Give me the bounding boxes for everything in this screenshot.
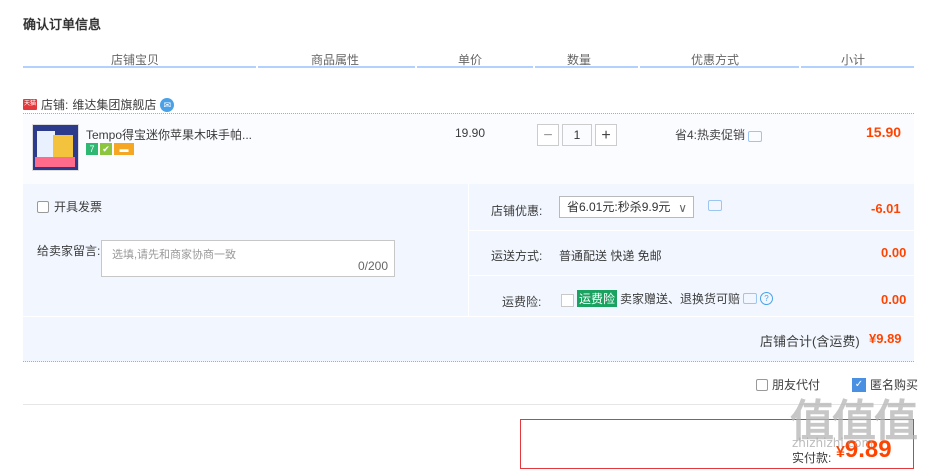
- comment-icon[interactable]: [748, 131, 763, 142]
- credit-card-icon: ▬: [114, 143, 134, 155]
- product-thumbnail[interactable]: [32, 124, 79, 171]
- message-placeholder: 选填,请先和商家协商一致: [112, 249, 237, 261]
- chevron-down-icon: ∨: [678, 201, 687, 215]
- insurance-tag: 运费险: [577, 290, 618, 307]
- quantity-plus-button[interactable]: +: [595, 124, 617, 146]
- quantity-minus-button[interactable]: −: [537, 124, 559, 146]
- insurance-label: 运费险:: [502, 295, 542, 309]
- watermark-url: zhizhizhi.com: [792, 436, 874, 450]
- column-header-subtotal: 小计: [840, 53, 865, 67]
- payment-label: 实付款:: [792, 451, 832, 465]
- invoice-label: 开具发票: [54, 200, 103, 214]
- shipping-value: 普通配送 快递 免邮: [559, 249, 662, 263]
- promotion-text: 省4:热卖促销: [675, 128, 746, 142]
- order-table-header: 店铺宝贝 商品属性 单价 数量 优惠方式 小计: [23, 48, 914, 68]
- insurance-checkbox[interactable]: [561, 294, 574, 307]
- shipping-label: 运送方式:: [491, 249, 543, 263]
- insurance-text: 卖家赠送、退换货可赔: [620, 292, 741, 306]
- message-textarea[interactable]: 选填,请先和商家协商一致 0/200: [101, 240, 395, 277]
- shop-discount-value: 省6.01元:秒杀9.9元: [567, 200, 671, 214]
- invoice-checkbox[interactable]: [37, 200, 49, 213]
- help-icon[interactable]: ?: [760, 292, 774, 305]
- shop-discount-label: 店铺优惠:: [491, 204, 543, 218]
- shop-line: 天猫 店铺: 维达集团旗舰店 ✉: [23, 96, 175, 113]
- wangwang-chat-icon[interactable]: ✉: [160, 97, 175, 112]
- shop-discount-select[interactable]: 省6.01元:秒杀9.9元 ∨: [559, 196, 694, 218]
- item-promotion: 省4:热卖促销: [675, 126, 763, 143]
- column-header-discount: 优惠方式: [690, 53, 739, 67]
- seven-day-return-icon: 7: [86, 143, 98, 155]
- comment-icon[interactable]: [743, 293, 758, 304]
- shop-total-value: ¥9.89: [869, 331, 902, 346]
- invoice-option[interactable]: 开具发票: [37, 198, 102, 215]
- shop-name[interactable]: 维达集团旗舰店: [72, 96, 156, 113]
- item-row: [23, 113, 914, 185]
- tmall-icon: 天猫: [23, 99, 37, 110]
- column-header-item: 店铺宝贝: [110, 53, 159, 67]
- insurance-option: 运费险 卖家赠送、退换货可赔 ?: [561, 290, 774, 307]
- column-header-attributes: 商品属性: [310, 53, 359, 67]
- column-header-unit-price: 单价: [457, 53, 482, 67]
- unit-price: 19.90: [455, 126, 486, 140]
- shop-label: 店铺:: [41, 98, 69, 112]
- message-char-count: 0/200: [357, 259, 388, 273]
- message-label: 给卖家留言:: [37, 244, 101, 258]
- page-title: 确认订单信息: [23, 17, 102, 32]
- column-header-quantity: 数量: [566, 53, 591, 67]
- product-badges: 7 ✔ ▬: [86, 143, 134, 155]
- guarantee-icon: ✔: [100, 143, 112, 155]
- shop-total-label: 店铺合计(含运费): [760, 334, 860, 349]
- friend-pay-checkbox[interactable]: [756, 378, 768, 391]
- shipping-amount: 0.00: [881, 245, 907, 260]
- product-name[interactable]: Tempo得宝迷你苹果木味手帕...: [86, 126, 252, 143]
- comment-icon[interactable]: [708, 200, 722, 211]
- shop-discount-amount: -6.01: [871, 201, 901, 216]
- quantity-input[interactable]: 1: [562, 124, 592, 146]
- item-subtotal: 15.90: [866, 124, 902, 140]
- insurance-amount: 0.00: [881, 292, 907, 307]
- quantity-stepper: − 1 +: [537, 124, 617, 146]
